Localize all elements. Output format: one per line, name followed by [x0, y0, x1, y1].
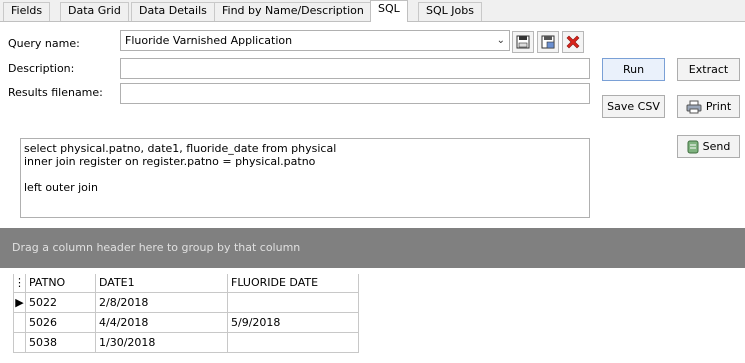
print-button[interactable]: Print — [677, 95, 740, 118]
results-filename-label: Results filename: — [8, 86, 103, 99]
send-label: Send — [702, 140, 731, 153]
tab-sql-jobs[interactable]: SQL Jobs — [418, 2, 482, 21]
chevron-down-icon[interactable]: ⌄ — [497, 31, 505, 50]
tab-data-grid[interactable]: Data Grid — [60, 2, 129, 21]
tab-label: Find by Name/Description — [222, 4, 364, 17]
save-as-button[interactable] — [537, 31, 559, 53]
send-button[interactable]: Send — [677, 135, 740, 158]
results-filename-field[interactable] — [120, 83, 590, 104]
save-csv-label: Save CSV — [607, 100, 660, 113]
query-name-value: Fluoride Varnished Application — [125, 34, 293, 47]
tab-find-by-name[interactable]: Find by Name/Description — [214, 2, 372, 21]
results-grid: ⋮ PATNO DATE1 FLUORIDE DATE ▶ 5022 2/8/2… — [13, 274, 359, 353]
sql-editor[interactable]: select physical.patno, date1, fluoride_d… — [20, 138, 590, 218]
run-button[interactable]: Run — [602, 58, 665, 81]
grid-header-row: ⋮ PATNO DATE1 FLUORIDE DATE — [13, 274, 359, 293]
tab-label: SQL Jobs — [426, 4, 474, 17]
row-indicator — [13, 311, 26, 333]
cell-patno[interactable]: 5022 — [25, 291, 96, 313]
column-header-fluoride-date[interactable]: FLUORIDE DATE — [227, 274, 359, 293]
save-query-button[interactable] — [512, 31, 534, 53]
print-label: Print — [705, 100, 732, 113]
tab-label: Data Details — [139, 4, 207, 17]
sql-panel: Query name: Fluoride Varnished Applicati… — [0, 21, 745, 363]
row-indicator — [13, 331, 26, 353]
cell-date1[interactable]: 2/8/2018 — [95, 291, 228, 313]
save-icon — [516, 35, 530, 49]
run-label: Run — [622, 63, 645, 76]
tab-data-details[interactable]: Data Details — [131, 2, 215, 21]
description-field[interactable] — [120, 58, 590, 79]
tab-bar: Fields Data Grid Data Details Find by Na… — [0, 0, 745, 22]
save-as-icon — [541, 35, 555, 49]
query-name-combo[interactable]: Fluoride Varnished Application ⌄ — [120, 30, 510, 51]
send-icon — [687, 140, 699, 153]
cell-date1[interactable]: 1/30/2018 — [95, 331, 228, 353]
current-row-indicator-icon: ▶ — [13, 291, 26, 313]
tab-label: SQL — [378, 2, 400, 15]
printer-icon — [686, 100, 702, 113]
cell-patno[interactable]: 5038 — [25, 331, 96, 353]
extract-button[interactable]: Extract — [677, 58, 740, 81]
tab-fields[interactable]: Fields — [3, 2, 51, 21]
cell-date1[interactable]: 4/4/2018 — [95, 311, 228, 333]
table-row[interactable]: 5026 4/4/2018 5/9/2018 — [13, 311, 359, 333]
tab-label: Data Grid — [68, 4, 121, 17]
cell-fluoride-date[interactable]: 5/9/2018 — [227, 311, 359, 333]
tab-label: Fields — [11, 4, 43, 17]
query-name-label: Query name: — [8, 37, 80, 50]
cell-patno[interactable]: 5026 — [25, 311, 96, 333]
save-csv-button[interactable]: Save CSV — [602, 95, 665, 118]
group-by-bar[interactable]: Drag a column header here to group by th… — [0, 228, 745, 268]
table-row[interactable]: ▶ 5022 2/8/2018 — [13, 291, 359, 313]
delete-query-button[interactable] — [562, 31, 584, 53]
grid-options-icon[interactable]: ⋮ — [13, 274, 26, 293]
description-label: Description: — [8, 62, 75, 75]
cell-fluoride-date[interactable] — [227, 291, 359, 313]
extract-label: Extract — [688, 63, 729, 76]
table-row[interactable]: 5038 1/30/2018 — [13, 331, 359, 353]
delete-icon — [566, 35, 580, 49]
column-header-date1[interactable]: DATE1 — [95, 274, 228, 293]
cell-fluoride-date[interactable] — [227, 331, 359, 353]
column-header-patno[interactable]: PATNO — [25, 274, 96, 293]
tab-sql[interactable]: SQL — [370, 0, 408, 22]
